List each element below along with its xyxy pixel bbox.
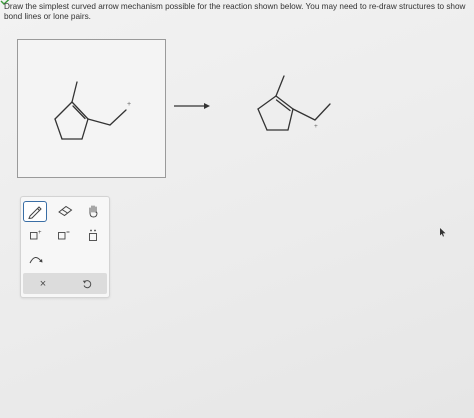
lone-pair-tool[interactable] [82, 225, 104, 245]
hand-tool[interactable] [82, 201, 104, 221]
pencil-icon [28, 205, 42, 219]
curved-arrow-icon [29, 257, 43, 264]
drawing-canvas[interactable]: + [17, 39, 166, 178]
reactant-charge-label: + [127, 101, 131, 108]
curved-arrow-tool[interactable] [25, 249, 47, 269]
lone-pair-icon [89, 229, 97, 241]
product-charge-label: + [314, 123, 318, 130]
hand-icon [89, 205, 98, 218]
svg-text:+: + [38, 230, 42, 236]
drawing-toolbox: + × [20, 196, 110, 298]
clear-button[interactable]: × [33, 275, 53, 292]
product-structure: + [257, 75, 331, 131]
pencil-tool[interactable] [23, 201, 47, 222]
action-bar: × [23, 273, 107, 294]
reactant-structure: + [54, 81, 131, 140]
reaction-arrow [174, 103, 210, 109]
undo-icon [82, 279, 92, 288]
question-text: Draw the simplest curved arrow mechanism… [4, 2, 466, 21]
mouse-cursor-icon [440, 228, 446, 237]
eraser-tool[interactable] [54, 201, 76, 221]
positive-charge-icon: + [30, 230, 42, 240]
eraser-icon [58, 205, 73, 217]
negative-charge-icon [58, 231, 70, 240]
undo-button[interactable] [77, 275, 97, 292]
negative-charge-tool[interactable] [53, 225, 75, 245]
positive-charge-tool[interactable]: + [25, 225, 47, 245]
